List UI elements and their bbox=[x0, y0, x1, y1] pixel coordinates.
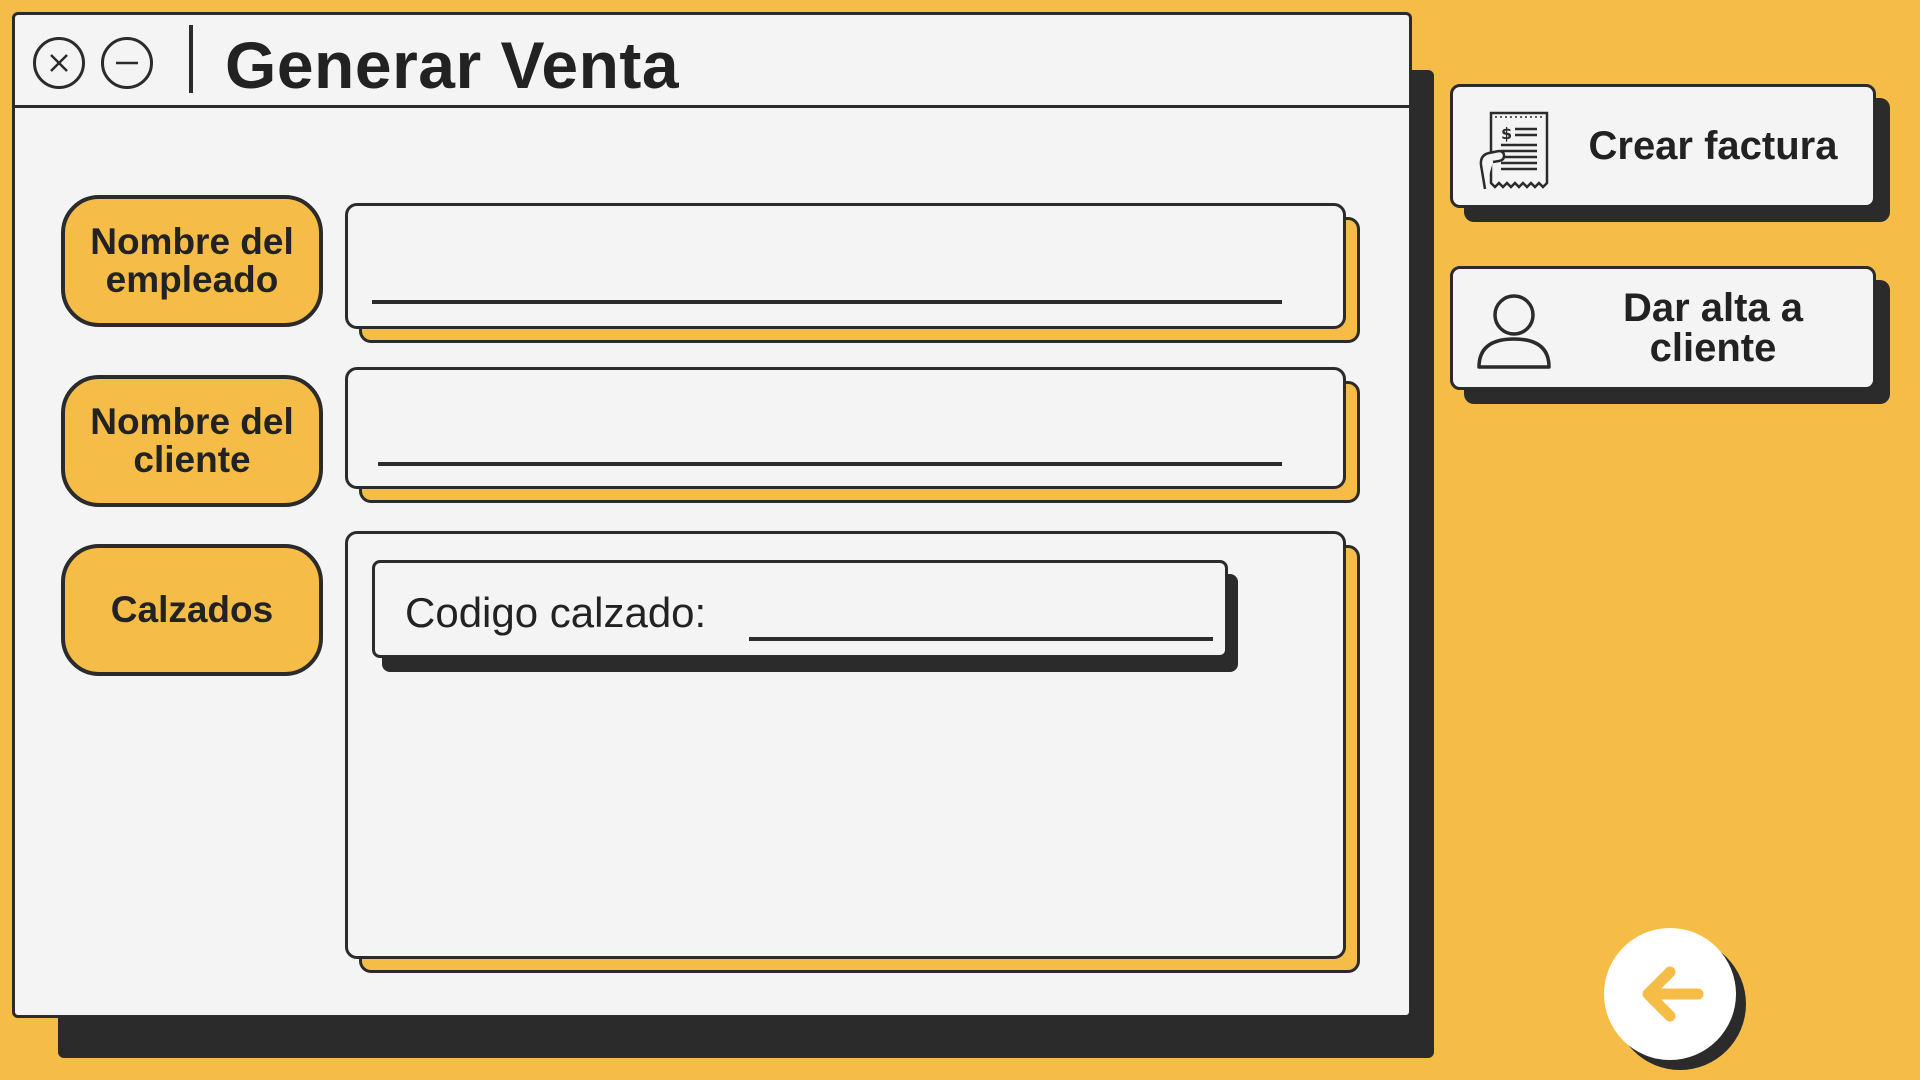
employee-field-underline bbox=[372, 300, 1282, 304]
arrow-left-icon bbox=[1642, 966, 1704, 1022]
add-client-button[interactable]: Dar alta a cliente bbox=[1450, 266, 1876, 390]
invoice-receipt-icon: $ bbox=[1479, 111, 1549, 190]
shoes-panel: Codigo calzado: bbox=[345, 531, 1346, 959]
shoe-code-field[interactable]: Codigo calzado: bbox=[372, 560, 1228, 658]
client-name-field[interactable] bbox=[345, 367, 1346, 489]
minimize-button[interactable] bbox=[101, 37, 153, 89]
title-divider bbox=[189, 25, 193, 93]
add-client-label: Dar alta a cliente bbox=[1622, 286, 1804, 370]
create-invoice-button[interactable]: $ Crear factura bbox=[1450, 84, 1876, 208]
user-icon bbox=[1477, 294, 1551, 369]
shoes-label: Calzados bbox=[61, 544, 323, 676]
back-button[interactable] bbox=[1604, 928, 1736, 1060]
minimize-icon bbox=[116, 61, 138, 65]
svg-text:$: $ bbox=[1501, 124, 1512, 143]
shoe-code-label: Codigo calzado: bbox=[405, 589, 707, 636]
employee-name-field[interactable] bbox=[345, 203, 1346, 329]
close-icon bbox=[50, 54, 68, 72]
window-title: Generar Venta bbox=[225, 28, 680, 102]
client-name-label: Nombre del cliente bbox=[61, 375, 323, 507]
close-button[interactable] bbox=[33, 37, 85, 89]
title-bar: Generar Venta bbox=[15, 15, 1409, 108]
create-invoice-label: Crear factura bbox=[1588, 124, 1838, 168]
shoe-code-underline bbox=[749, 637, 1213, 641]
employee-name-label: Nombre del empleado bbox=[61, 195, 323, 327]
sale-window: Generar Venta Nombre del empleado Nombre… bbox=[12, 12, 1412, 1018]
client-field-underline bbox=[378, 462, 1282, 466]
